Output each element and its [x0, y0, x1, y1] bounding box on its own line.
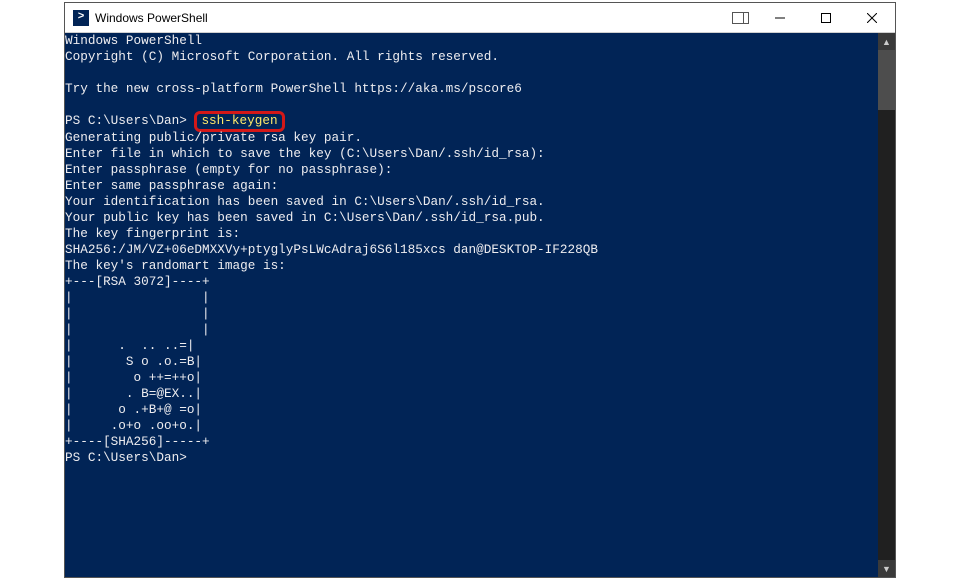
titlebar-controls — [724, 3, 895, 32]
output-line: Generating public/private rsa key pair. — [65, 130, 362, 145]
minimize-button[interactable] — [757, 3, 803, 33]
output-line: Enter passphrase (empty for no passphras… — [65, 162, 392, 177]
copyright-line: Copyright (C) Microsoft Corporation. All… — [65, 49, 499, 64]
randomart-line: +---[RSA 3072]----+ — [65, 274, 210, 289]
randomart-line: | . .. ..=| — [65, 338, 194, 353]
console-output[interactable]: Windows PowerShell Copyright (C) Microso… — [65, 33, 878, 577]
randomart-line: | o .+B+@ =o| — [65, 402, 202, 417]
scroll-up-button[interactable]: ▲ — [878, 33, 895, 50]
entered-command: ssh-keygen — [201, 113, 277, 128]
output-line: Enter file in which to save the key (C:\… — [65, 146, 545, 161]
command-highlight-box: ssh-keygen — [194, 111, 284, 132]
scrollbar-thumb[interactable] — [878, 50, 895, 110]
randomart-line: | | — [65, 322, 210, 337]
randomart-line: | . B=@EX..| — [65, 386, 202, 401]
output-line: Your identification has been saved in C:… — [65, 194, 545, 209]
randomart-line: | | — [65, 290, 210, 305]
output-line: Enter same passphrase again: — [65, 178, 278, 193]
randomart-line: | S o .o.=B| — [65, 354, 202, 369]
scroll-down-button[interactable]: ▼ — [878, 560, 895, 577]
output-line: The key fingerprint is: — [65, 226, 240, 241]
titlebar[interactable]: Windows PowerShell — [65, 3, 895, 33]
powershell-icon — [73, 10, 89, 26]
randomart-line: | .o+o .oo+o.| — [65, 418, 202, 433]
scrollbar-track[interactable] — [878, 50, 895, 560]
header-line: Windows PowerShell — [65, 33, 202, 48]
tablet-mode-icon[interactable] — [724, 3, 757, 33]
console-area: Windows PowerShell Copyright (C) Microso… — [65, 33, 895, 577]
output-line: The key's randomart image is: — [65, 258, 286, 273]
powershell-window: Windows PowerShell Windows PowerShell Co… — [64, 2, 896, 578]
prompt-prefix: PS C:\Users\Dan> — [65, 113, 194, 128]
maximize-button[interactable] — [803, 3, 849, 33]
randomart-line: | | — [65, 306, 210, 321]
window-title: Windows PowerShell — [95, 11, 724, 25]
vertical-scrollbar[interactable]: ▲ ▼ — [878, 33, 895, 577]
output-line: SHA256:/JM/VZ+06eDMXXVy+ptyglyPsLWcAdraj… — [65, 242, 598, 257]
randomart-line: | o ++=++o| — [65, 370, 202, 385]
close-button[interactable] — [849, 3, 895, 33]
randomart-line: +----[SHA256]-----+ — [65, 434, 210, 449]
prompt-line: PS C:\Users\Dan> — [65, 450, 187, 465]
hint-line: Try the new cross-platform PowerShell ht… — [65, 81, 522, 96]
output-line: Your public key has been saved in C:\Use… — [65, 210, 545, 225]
